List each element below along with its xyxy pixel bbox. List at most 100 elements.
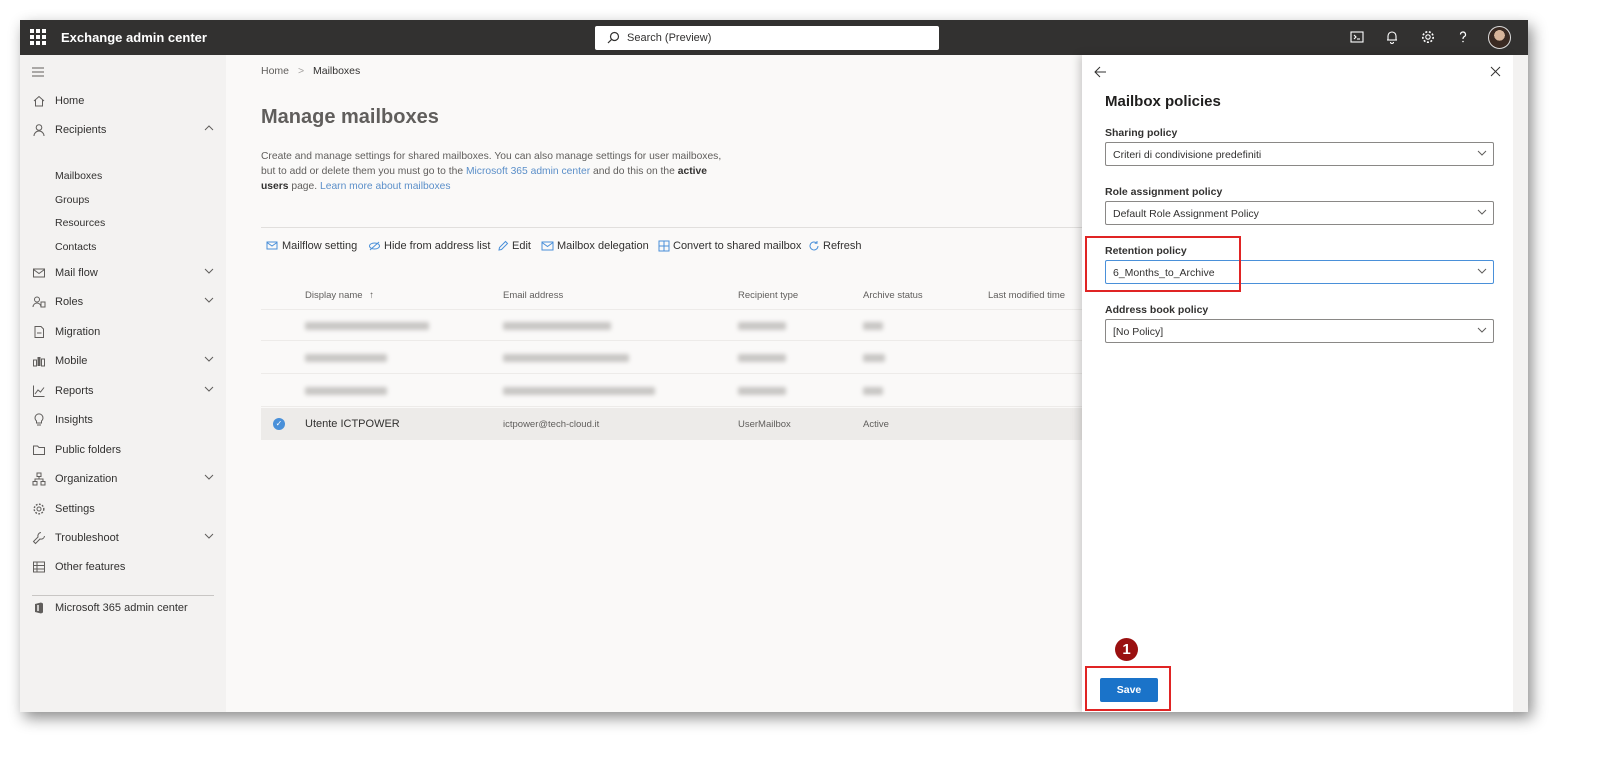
sidebar-item-label: Troubleshoot: [55, 532, 119, 544]
save-button[interactable]: Save: [1100, 678, 1158, 702]
sidebar-item-label: Recipients: [55, 124, 107, 136]
gear-icon[interactable]: [1420, 29, 1436, 45]
address-book-policy-label: Address book policy: [1105, 304, 1209, 316]
sidebar-item-label: Insights: [55, 414, 93, 426]
close-icon[interactable]: [1490, 66, 1501, 77]
sidebar-item-reports[interactable]: Reports: [20, 378, 226, 404]
table-row[interactable]: [261, 375, 1082, 407]
hide-icon: [369, 241, 380, 251]
sidebar-subitem-groups[interactable]: Groups: [55, 194, 89, 206]
cell-email: ictpower@tech-cloud.it: [503, 419, 600, 430]
sidebar-item-organization[interactable]: Organization: [20, 466, 226, 492]
help-icon[interactable]: [1455, 29, 1471, 45]
sidebar-item-home[interactable]: Home: [20, 88, 226, 114]
step-badge: 1: [1115, 638, 1138, 661]
redacted-cell: [503, 354, 629, 362]
chevron-down-icon: [1477, 209, 1487, 215]
sidebar-subitem-resources[interactable]: Resources: [55, 217, 105, 229]
description-text: page.: [288, 181, 320, 192]
sidebar-item-label: Settings: [55, 503, 95, 515]
cell-archive-status: Active: [863, 419, 889, 430]
table-row-selected[interactable]: ✓ Utente ICTPOWER ictpower@tech-cloud.it…: [261, 408, 1082, 440]
sidebar: Home Recipients Mailboxes Groups Resourc…: [20, 55, 226, 712]
column-header-archive-status[interactable]: Archive status: [863, 290, 923, 301]
chevron-down-icon: [1477, 150, 1487, 156]
redacted-cell: [738, 322, 786, 330]
table-row[interactable]: [261, 342, 1082, 374]
convert-to-shared-mailbox-button[interactable]: Convert to shared mailbox: [658, 239, 801, 253]
sidebar-item-settings[interactable]: Settings: [20, 496, 226, 522]
scrollbar[interactable]: [1513, 55, 1528, 712]
sidebar-item-label: Mail flow: [55, 267, 98, 279]
back-arrow-icon[interactable]: [1094, 66, 1107, 78]
sidebar-item-label: Organization: [55, 473, 118, 485]
mailflow-setting-button[interactable]: Mailflow setting: [266, 239, 357, 253]
sidebar-item-m365-admin[interactable]: Microsoft 365 admin center: [20, 595, 226, 621]
sidebar-subitem-mailboxes[interactable]: Mailboxes: [55, 170, 102, 182]
breadcrumb-home[interactable]: Home: [261, 65, 289, 77]
redacted-cell: [305, 354, 387, 362]
checkmark-icon[interactable]: ✓: [273, 418, 285, 430]
refresh-button[interactable]: Refresh: [808, 239, 862, 253]
address-book-policy-dropdown[interactable]: [No Policy]: [1105, 319, 1494, 343]
sidebar-item-recipients[interactable]: Recipients: [20, 117, 226, 143]
role-assignment-policy-dropdown[interactable]: Default Role Assignment Policy: [1105, 201, 1494, 225]
column-header-last-modified[interactable]: Last modified time: [988, 290, 1065, 301]
redacted-cell: [503, 387, 655, 395]
learn-more-link[interactable]: Learn more about mailboxes: [320, 181, 451, 192]
hamburger-icon[interactable]: [32, 67, 44, 77]
redacted-cell: [305, 387, 387, 395]
hide-from-address-list-button[interactable]: Hide from address list: [368, 239, 490, 253]
page-title: Manage mailboxes: [261, 106, 439, 128]
edit-button[interactable]: Edit: [497, 239, 531, 253]
search-input[interactable]: Search (Preview): [595, 26, 939, 50]
bell-icon[interactable]: [1384, 29, 1400, 45]
sharing-policy-dropdown[interactable]: Criteri di condivisione predefiniti: [1105, 142, 1494, 166]
app-title[interactable]: Exchange admin center: [61, 30, 207, 45]
terminal-icon[interactable]: [1349, 29, 1365, 45]
sidebar-item-public-folders[interactable]: Public folders: [20, 437, 226, 463]
table-row[interactable]: [261, 309, 1082, 341]
sidebar-item-insights[interactable]: Insights: [20, 407, 226, 433]
cell-recipient-type: UserMailbox: [738, 419, 791, 430]
column-header-recipient-type[interactable]: Recipient type: [738, 290, 798, 301]
column-header-display-name[interactable]: Display name ↑: [305, 290, 374, 301]
chevron-down-icon: [1477, 327, 1487, 333]
sidebar-subitem-contacts[interactable]: Contacts: [55, 241, 96, 253]
sidebar-item-label: Roles: [55, 296, 84, 308]
avatar[interactable]: [1488, 26, 1511, 49]
dropdown-value: [No Policy]: [1113, 326, 1164, 338]
chevron-down-icon: [204, 356, 214, 362]
search-icon: [607, 31, 620, 44]
sidebar-item-troubleshoot[interactable]: Troubleshoot: [20, 525, 226, 551]
office-icon: [35, 602, 43, 614]
sidebar-item-label: Mobile: [55, 355, 88, 367]
chevron-down-icon: [204, 533, 214, 539]
command-label: Mailflow setting: [282, 240, 358, 252]
top-bar: Exchange admin center Search (Preview): [20, 20, 1528, 55]
lightbulb-icon: [34, 413, 44, 426]
description-text: and do this on the: [590, 166, 678, 177]
sidebar-item-label: Microsoft 365 admin center: [55, 602, 188, 614]
redacted-cell: [738, 387, 786, 395]
roles-icon: [32, 296, 46, 308]
folder-icon: [33, 445, 45, 455]
sidebar-item-mobile[interactable]: Mobile: [20, 348, 226, 374]
m365-admin-link[interactable]: Microsoft 365 admin center: [466, 166, 590, 177]
breadcrumb: Home > Mailboxes: [261, 65, 360, 77]
chevron-down-icon: [1477, 268, 1487, 274]
sidebar-item-roles[interactable]: Roles: [20, 289, 226, 315]
mailbox-delegation-button[interactable]: Mailbox delegation: [541, 239, 649, 253]
panel-title: Mailbox policies: [1105, 93, 1221, 110]
main-content: Home > Mailboxes Manage mailboxes Create…: [226, 55, 1082, 712]
person-icon: [33, 124, 45, 137]
sidebar-item-label: Reports: [55, 385, 94, 397]
command-label: Hide from address list: [384, 240, 491, 252]
sidebar-item-other-features[interactable]: Other features: [20, 554, 226, 580]
sidebar-item-mail-flow[interactable]: Mail flow: [20, 260, 226, 286]
sidebar-item-migration[interactable]: Migration: [20, 319, 226, 345]
mail-settings-icon: [266, 241, 278, 250]
app-launcher-icon[interactable]: [30, 29, 46, 45]
column-header-email[interactable]: Email address: [503, 290, 563, 301]
redacted-cell: [305, 322, 429, 330]
